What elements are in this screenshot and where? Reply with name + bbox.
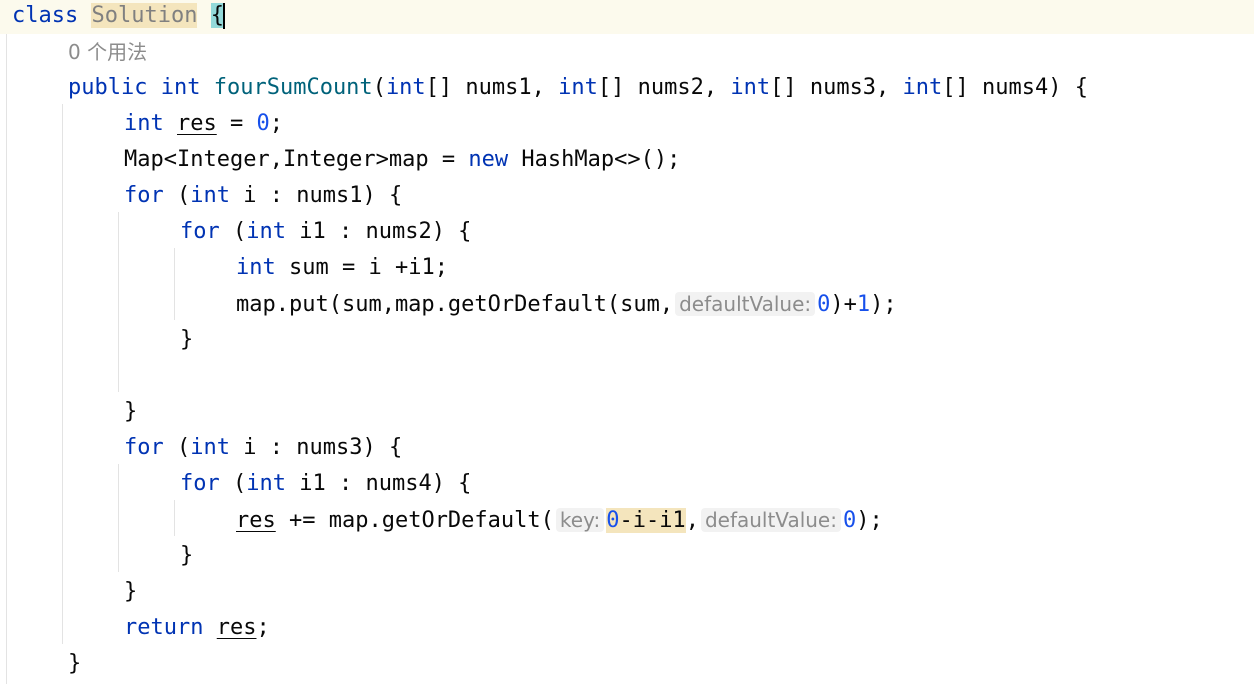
code-line[interactable]: for (int i1 : nums4) { (0, 466, 1254, 502)
number-literal: 0 (606, 508, 620, 533)
closing-brace: } (180, 543, 194, 568)
keyword: int (190, 183, 230, 208)
closing-brace: } (124, 399, 138, 424)
code-text: i : nums3) { (230, 435, 403, 460)
matched-brace: { (210, 3, 224, 28)
code-text: ( (219, 219, 247, 244)
text-caret (222, 3, 225, 29)
keyword: new (468, 147, 509, 172)
code-text: i1 : nums2) { (286, 219, 472, 244)
code-text: ( (372, 75, 386, 100)
closing-brace: } (68, 651, 82, 676)
keyword: int (160, 75, 201, 100)
code-text: ; (256, 615, 270, 640)
parameter-hint[interactable]: defaultValue: (700, 508, 841, 532)
keyword: for (180, 471, 220, 496)
code-line[interactable]: return res; (0, 610, 1254, 646)
keyword: public (68, 75, 148, 100)
code-line[interactable]: } (0, 394, 1254, 430)
code-line[interactable]: int sum = i +i1; (0, 250, 1254, 286)
keyword: int (385, 75, 426, 100)
code-line[interactable]: } (0, 538, 1254, 574)
keyword: int (558, 75, 598, 100)
keyword: for (124, 183, 164, 208)
parameter-hint[interactable]: defaultValue: (675, 292, 816, 316)
code-text: += map.getOrDefault( (275, 508, 554, 533)
code-editor[interactable]: class Solution { 0 个用法 public int fourSu… (0, 0, 1254, 684)
closing-brace: } (180, 327, 194, 352)
code-text: [] nums1, (425, 75, 559, 100)
code-line[interactable]: res += map.getOrDefault(key: 0-i-i1, defau… (0, 502, 1254, 538)
keyword: int (730, 75, 771, 100)
code-text: map.put(sum,map.getOrDefault(sum, (236, 292, 674, 317)
code-line[interactable]: int res = 0; (0, 106, 1254, 142)
code-line[interactable]: for (int i1 : nums2) { (0, 214, 1254, 250)
keyword: for (180, 219, 220, 244)
code-text: [] nums2, (597, 75, 731, 100)
code-text: Map<Integer,Integer>map = (124, 147, 469, 172)
code-text: HashMap<>(); (508, 147, 681, 172)
usages-hint[interactable]: 0 个用法 (68, 40, 147, 64)
code-text: ); (856, 508, 883, 533)
number-literal: 0 (256, 111, 270, 136)
parameter-hint[interactable]: key: (555, 508, 605, 532)
code-line[interactable]: } (0, 322, 1254, 358)
code-text: [] nums3, (770, 75, 903, 100)
number-literal: 0 (817, 292, 831, 317)
code-text: -i-i1 (619, 508, 686, 533)
code-text: ( (219, 471, 247, 496)
code-text: = (216, 111, 257, 136)
code-line[interactable]: 0 个用法 (0, 34, 1254, 70)
keyword: int (236, 255, 276, 280)
code-line[interactable] (0, 358, 1254, 394)
class-name: Solution (91, 3, 198, 28)
keyword: class (12, 3, 79, 28)
code-line[interactable]: for (int i : nums1) { (0, 178, 1254, 214)
number-literal: 1 (856, 292, 871, 317)
keyword: int (246, 219, 286, 244)
reassigned-variable: res (216, 615, 257, 640)
highlighted-expression: 0-i-i1 (606, 508, 686, 533)
code-line[interactable]: for (int i : nums3) { (0, 430, 1254, 466)
keyword: int (190, 435, 230, 460)
keyword: for (124, 435, 164, 460)
reassigned-variable: res (177, 111, 217, 136)
number-literal: 0 (842, 508, 857, 533)
keyword: int (246, 471, 286, 496)
code-text: )+ (830, 292, 857, 317)
keyword: int (124, 111, 164, 136)
code-line[interactable]: } (0, 574, 1254, 610)
reassigned-variable: res (236, 508, 276, 533)
code-text: ( (163, 435, 191, 460)
method-name: fourSumCount (213, 75, 373, 100)
code-line[interactable]: Map<Integer,Integer>map = new HashMap<>(… (0, 142, 1254, 178)
keyword: int (902, 75, 943, 100)
code-text: ; (269, 111, 283, 136)
closing-brace: } (124, 579, 138, 604)
code-text: [] nums4) { (942, 75, 1088, 100)
code-text: ); (870, 292, 897, 317)
code-line[interactable]: } (0, 646, 1254, 682)
code-text: i1 : nums4) { (286, 471, 472, 496)
code-text: i : nums1) { (230, 183, 403, 208)
code-text: ( (163, 183, 191, 208)
code-line[interactable]: map.put(sum,map.getOrDefault(sum, default… (0, 286, 1254, 322)
keyword: return (124, 615, 204, 640)
code-line[interactable]: public int fourSumCount(int[] nums1, int… (0, 70, 1254, 106)
code-line[interactable]: class Solution { (0, 0, 1254, 34)
code-text: , (685, 508, 699, 533)
code-text: sum = i +i1; (275, 255, 448, 280)
